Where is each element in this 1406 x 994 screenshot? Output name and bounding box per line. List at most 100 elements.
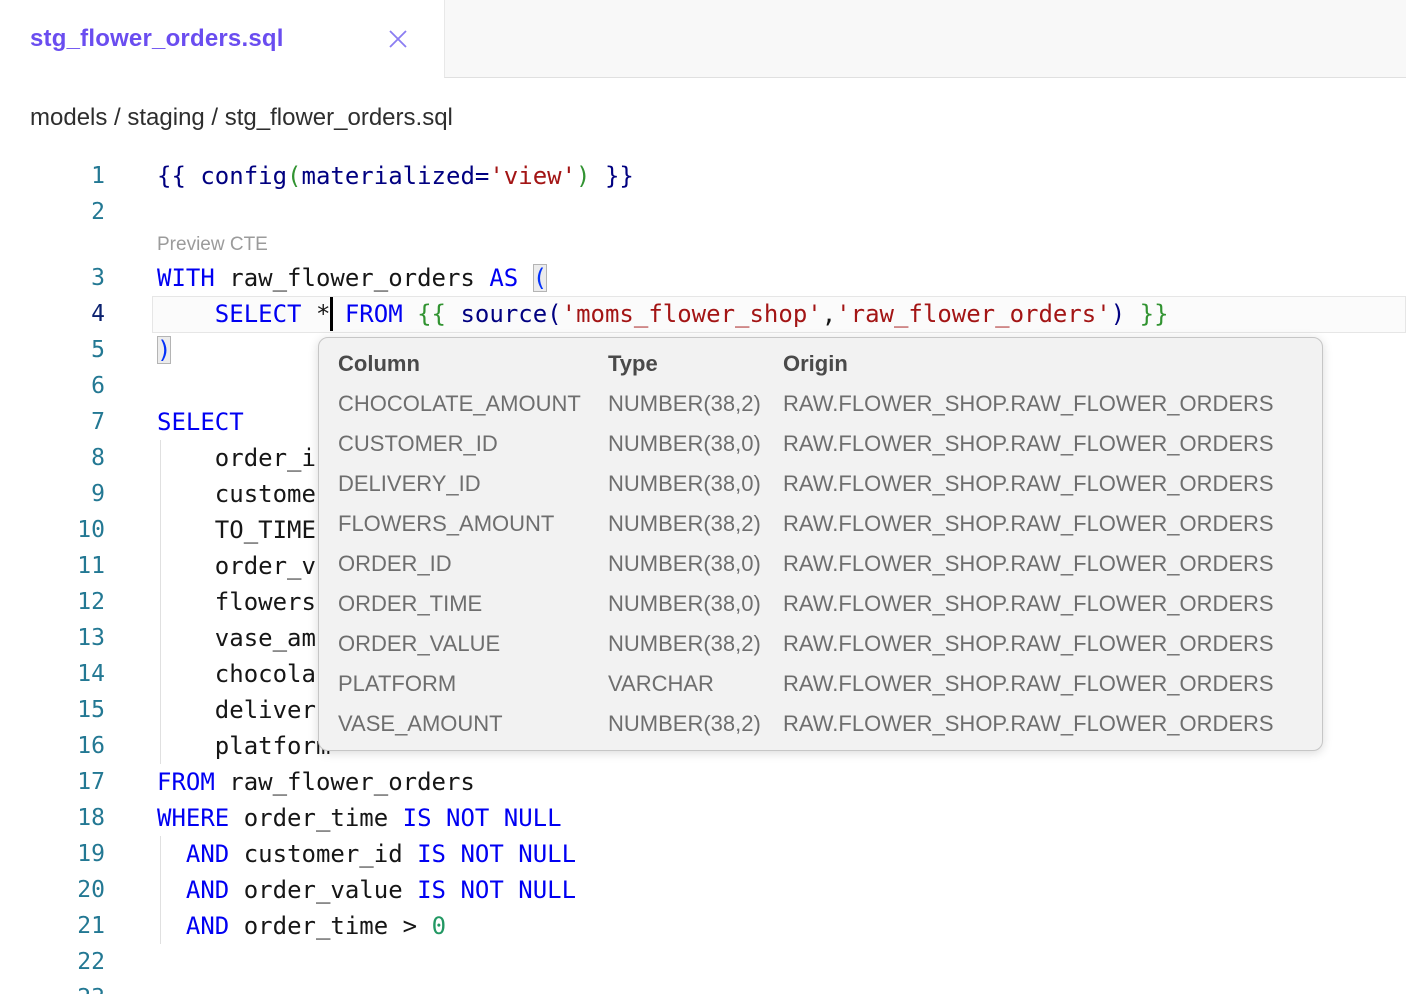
code-token: custome (157, 480, 316, 508)
line-number[interactable]: 4 (0, 296, 105, 332)
line-number[interactable]: 14 (0, 656, 105, 692)
text-cursor (330, 297, 333, 331)
code-token (157, 300, 215, 328)
popup-cell: RAW.FLOWER_SHOP.RAW_FLOWER_ORDERS (783, 464, 1308, 504)
code-line[interactable]: WITH raw_flower_orders AS ( (157, 260, 547, 296)
popup-cell: RAW.FLOWER_SHOP.RAW_FLOWER_ORDERS (783, 584, 1308, 624)
code-token: raw_flower_orders (215, 768, 475, 796)
popup-cell: VASE_AMOUNT (338, 704, 608, 744)
popup-column-header: Column (338, 344, 608, 384)
popup-cell: RAW.FLOWER_SHOP.RAW_FLOWER_ORDERS (783, 384, 1308, 424)
column-info-popup: ColumnTypeOriginCHOCOLATE_AMOUNTNUMBER(3… (318, 337, 1323, 751)
line-number[interactable]: 6 (0, 368, 105, 404)
line-number[interactable]: 9 (0, 476, 105, 512)
line-number[interactable]: 8 (0, 440, 105, 476)
code-line[interactable]: AND customer_id IS NOT NULL (157, 836, 576, 872)
code-token: 'moms_flower_shop' (562, 300, 822, 328)
code-token: materialized= (302, 162, 490, 190)
line-number[interactable]: 1 (0, 158, 105, 194)
line-number[interactable]: 16 (0, 728, 105, 764)
code-line[interactable]: SELECT * FROM {{ source('moms_flower_sho… (157, 296, 1169, 332)
code-line[interactable]: platform (157, 728, 330, 764)
line-number[interactable]: 21 (0, 908, 105, 944)
popup-cell: NUMBER(38,2) (608, 704, 783, 744)
code-token: IS NOT NULL (417, 876, 576, 904)
code-token: platform (157, 732, 330, 760)
code-token: }} (591, 162, 634, 190)
tab-stg-flower-orders[interactable]: stg_flower_orders.sql (0, 0, 444, 78)
code-line[interactable]: AND order_value IS NOT NULL (157, 872, 576, 908)
line-number[interactable]: 22 (0, 944, 105, 980)
code-line[interactable]: custome (157, 476, 316, 512)
tab-bar-empty-area (444, 0, 1406, 78)
popup-cell: VARCHAR (608, 664, 783, 704)
code-token: AS (489, 264, 518, 292)
tab-title: stg_flower_orders.sql (30, 25, 284, 53)
popup-cell: FLOWERS_AMOUNT (338, 504, 608, 544)
line-number[interactable]: 2 (0, 194, 105, 230)
code-token: {{ (417, 300, 446, 328)
close-icon (385, 26, 411, 52)
code-token: ) (1111, 300, 1125, 328)
code-line[interactable]: order_i (157, 440, 316, 476)
tab-bar: stg_flower_orders.sql (0, 0, 1406, 78)
code-line[interactable]: AND order_time > 0 (157, 908, 446, 944)
line-number[interactable]: 23 (0, 980, 105, 994)
code-token: order_v (157, 552, 316, 580)
code-token: deliver (157, 696, 316, 724)
code-token: vase_am (157, 624, 316, 652)
code-line[interactable]: {{ config(materialized='view') }} (157, 158, 634, 194)
code-line[interactable]: vase_am (157, 620, 316, 656)
code-token: 'view' (489, 162, 576, 190)
code-token (157, 876, 186, 904)
code-token (157, 912, 186, 940)
breadcrumb[interactable]: models / staging / stg_flower_orders.sql (30, 78, 453, 158)
preview-cte-codelens[interactable]: Preview CTE (157, 230, 268, 260)
popup-cell: ORDER_TIME (338, 584, 608, 624)
code-line[interactable]: TO_TIME (157, 512, 316, 548)
code-line[interactable]: deliver (157, 692, 316, 728)
popup-cell: CHOCOLATE_AMOUNT (338, 384, 608, 424)
line-number[interactable]: 12 (0, 584, 105, 620)
code-line[interactable]: flowers (157, 584, 316, 620)
code-line[interactable]: order_v (157, 548, 316, 584)
code-line[interactable]: SELECT (157, 404, 244, 440)
line-number[interactable]: 11 (0, 548, 105, 584)
popup-cell: NUMBER(38,2) (608, 384, 783, 424)
line-number[interactable]: 3 (0, 260, 105, 296)
popup-column-header: Origin (783, 344, 1308, 384)
code-token: flowers (157, 588, 316, 616)
code-token: SELECT (157, 408, 244, 436)
code-token: ( (287, 162, 301, 190)
code-line[interactable]: chocola (157, 656, 316, 692)
code-token: {{ config (157, 162, 287, 190)
line-number[interactable]: 19 (0, 836, 105, 872)
code-token: order_time > (229, 912, 431, 940)
code-line[interactable]: ) (157, 332, 171, 368)
popup-cell: ORDER_ID (338, 544, 608, 584)
breadcrumb-row: models / staging / stg_flower_orders.sql (0, 78, 1406, 158)
line-number[interactable]: 17 (0, 764, 105, 800)
code-token: WHERE (157, 804, 229, 832)
popup-cell: NUMBER(38,0) (608, 584, 783, 624)
popup-cell: CUSTOMER_ID (338, 424, 608, 464)
code-token: order_value (229, 876, 417, 904)
tab-close-button[interactable] (383, 24, 413, 54)
code-token (403, 300, 417, 328)
line-number[interactable]: 20 (0, 872, 105, 908)
popup-cell: RAW.FLOWER_SHOP.RAW_FLOWER_ORDERS (783, 544, 1308, 584)
line-number[interactable]: 7 (0, 404, 105, 440)
code-line[interactable]: FROM raw_flower_orders (157, 764, 475, 800)
popup-cell: RAW.FLOWER_SHOP.RAW_FLOWER_ORDERS (783, 664, 1308, 704)
line-number[interactable]: 5 (0, 332, 105, 368)
code-line[interactable]: WHERE order_time IS NOT NULL (157, 800, 562, 836)
line-number[interactable]: 13 (0, 620, 105, 656)
line-number[interactable]: 15 (0, 692, 105, 728)
code-token: }} (1125, 300, 1168, 328)
line-number[interactable]: 18 (0, 800, 105, 836)
code-token: order_i (157, 444, 316, 472)
code-token: ) (576, 162, 590, 190)
code-token: order_time (229, 804, 402, 832)
line-number[interactable]: 10 (0, 512, 105, 548)
popup-cell: ORDER_VALUE (338, 624, 608, 664)
